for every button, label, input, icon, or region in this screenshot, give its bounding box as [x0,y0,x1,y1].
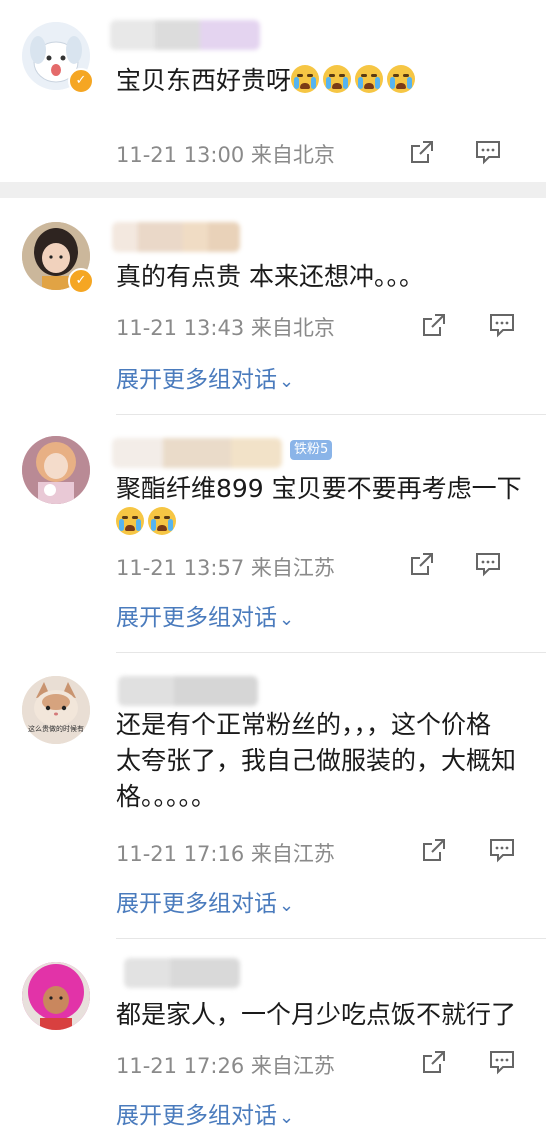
timestamp: 11-21 17:26 [116,1054,245,1078]
comment-text: 还是有个正常粉丝的，，，这个价格 [116,706,546,744]
chevron-down-icon: ⌄ [279,609,295,630]
expand-label: 展开更多组对话 [116,1103,277,1129]
comment-text-content: 太夸张了，我自己做服装的，大概知 [116,746,517,775]
crying-emoji-icon [291,65,320,93]
pink-wig-avatar-icon [22,962,90,1030]
comment-item: 这么贵做的时候有 还是有个正常粉丝的，，，这个价格 太夸张了，我自己做服装的，大… [0,656,546,936]
crying-emoji-icon [323,65,352,93]
avatar-caption: 这么贵做的时候有 [28,725,84,733]
comment-icon[interactable] [474,550,502,578]
username-blurred[interactable] [110,20,260,50]
comment-text: 真的有点贵 本来还想冲。。。 [116,258,546,296]
timestamp: 11-21 13:43 [116,316,245,340]
comment-text-content: 还是有个正常粉丝的，，，这个价格 [116,710,492,739]
divider [116,938,546,939]
timestamp: 11-21 13:57 [116,556,245,580]
chevron-down-icon: ⌄ [279,371,295,392]
expand-label: 展开更多组对话 [116,605,277,631]
share-icon[interactable] [420,836,448,864]
comment-item: ✓ 真的有点贵 本来还想冲。。。 11-21 13:43 来自北京 展开更多组对… [0,198,546,408]
share-icon[interactable] [408,138,436,166]
comment-icon[interactable] [474,138,502,166]
username-blurred[interactable] [112,222,240,252]
comment-text-content: 都是家人，一个月少吃点饭不就行了 [116,1000,517,1029]
comment-meta: 11-21 17:16 来自江苏 [116,838,335,868]
verified-badge-icon: ✓ [68,268,94,294]
fan-level-badge: 铁粉5 [290,440,333,460]
username-blurred[interactable] [118,676,258,706]
location: 来自北京 [250,316,335,340]
avatar[interactable] [22,436,90,504]
share-icon[interactable] [408,550,436,578]
comment-item: 铁粉5 聚酯纤维899 宝贝要不要再考虑一下 11-21 13:57 来自江苏 … [0,418,546,650]
chevron-down-icon: ⌄ [279,1107,295,1128]
comment-text-emoji-line [116,504,546,542]
comment-text-content: 宝贝东西好贵呀 [116,66,292,95]
girl-pink-avatar-icon [22,436,90,504]
location: 来自北京 [250,143,335,167]
comment-text: 格。。。。。 [116,778,546,816]
comment-icon[interactable] [488,311,516,339]
timestamp: 11-21 13:00 [116,143,245,167]
comment-meta: 11-21 17:26 来自江苏 [116,1050,335,1080]
avatar[interactable] [22,962,90,1030]
username-blurred[interactable] [124,958,240,988]
divider [116,414,546,415]
expand-conversation-link[interactable]: 展开更多组对话 ⌄ [116,598,294,632]
expand-conversation-link[interactable]: 展开更多组对话 ⌄ [116,1096,294,1130]
comment-text: 聚酯纤维899 宝贝要不要再考虑一下 [116,470,546,508]
verified-badge-icon: ✓ [68,68,94,94]
comment-meta: 11-21 13:00 来自北京 [116,139,335,169]
share-icon[interactable] [420,311,448,339]
expand-conversation-link[interactable]: 展开更多组对话 ⌄ [116,360,294,394]
comment-text: 太夸张了，我自己做服装的，大概知 [116,742,546,780]
expand-label: 展开更多组对话 [116,367,277,393]
crying-emoji-icon [387,65,416,93]
username-blurred[interactable] [112,438,282,468]
share-icon[interactable] [420,1048,448,1076]
crying-emoji-icon [355,65,384,93]
comment-meta: 11-21 13:43 来自北京 [116,312,335,342]
expand-label: 展开更多组对话 [116,891,277,917]
comment-meta: 11-21 13:57 来自江苏 [116,552,335,582]
expand-conversation-link[interactable]: 展开更多组对话 ⌄ [116,884,294,918]
section-divider [0,182,546,198]
comment-text: 都是家人，一个月少吃点饭不就行了 [116,996,546,1034]
crying-emoji-icon [148,507,176,535]
comment-icon[interactable] [488,836,516,864]
comment-item: ✓ 宝贝东西好贵呀 11-21 13:00 来自北京 [0,0,546,180]
comment-text-content: 聚酯纤维899 宝贝要不要再考虑一下 [116,474,522,503]
comment-icon[interactable] [488,1048,516,1076]
comment-text: 宝贝东西好贵呀 [116,62,546,100]
location: 来自江苏 [250,1054,335,1078]
comment-text-content: 真的有点贵 本来还想冲。。。 [116,262,424,291]
location: 来自江苏 [250,842,335,866]
chevron-down-icon: ⌄ [279,895,295,916]
location: 来自江苏 [250,556,335,580]
divider [116,652,546,653]
crying-emoji-icon [116,507,144,535]
comment-text-content: 格。。。。。 [116,782,217,811]
comment-item: 都是家人，一个月少吃点饭不就行了 11-21 17:26 来自江苏 展开更多组对… [0,942,546,1142]
timestamp: 11-21 17:16 [116,842,245,866]
